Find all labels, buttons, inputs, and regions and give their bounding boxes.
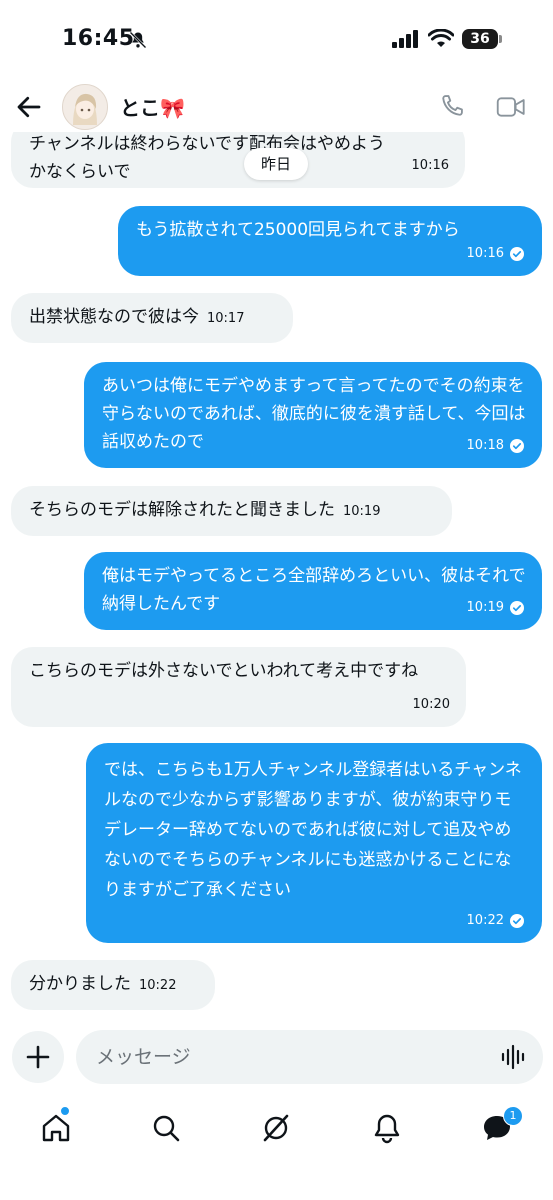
message-time: 10:20 (412, 697, 450, 712)
message-bubble-incoming[interactable]: こちらのモデは外さないでといわれて考え中ですね 10:20 (11, 647, 466, 727)
conversation-header: とこ🎀 (0, 82, 553, 132)
signal-icon (392, 30, 418, 48)
status-time: 16:45 (62, 26, 135, 51)
message-time: 10:16 (466, 246, 504, 261)
message-bubble-outgoing[interactable]: 俺はモデやってるところ全部辞めろといい、彼はそれで納得したんです 10:19 (84, 552, 542, 630)
read-check-icon (510, 914, 524, 928)
contact-name[interactable]: とこ🎀 (120, 92, 185, 121)
message-time: 10:17 (207, 311, 245, 326)
message-text: 出禁状態なので彼は今 (29, 307, 199, 327)
back-arrow-icon[interactable] (14, 92, 44, 122)
message-text: 分かりました (29, 974, 131, 994)
messages-badge: 1 (503, 1106, 523, 1126)
status-bar: 16:45 36 (0, 0, 553, 82)
message-text: あいつは俺にモデやめますって言ってたのでその約束を守らないのであれば、徹底的に彼… (102, 376, 526, 452)
message-bubble-incoming[interactable]: 分かりました 10:22 (11, 960, 215, 1010)
message-time: 10:19 (466, 600, 504, 615)
notifications-icon[interactable] (367, 1108, 407, 1148)
message-bubble-outgoing[interactable]: では、こちらも1万人チャンネル登録者はいるチャンネルなので少なからず影響あります… (86, 743, 542, 943)
bell-off-icon (129, 31, 147, 49)
add-attachment-button[interactable] (12, 1031, 64, 1083)
message-input[interactable] (76, 1030, 543, 1084)
voice-icon[interactable] (500, 1044, 528, 1070)
battery-tip (499, 35, 502, 43)
home-icon[interactable] (36, 1108, 76, 1148)
video-icon[interactable] (496, 94, 526, 120)
phone-icon[interactable] (438, 92, 466, 120)
search-icon[interactable] (146, 1108, 186, 1148)
message-text: チャンネルは終わらないです配布会はやめようかなくらいで (29, 134, 385, 182)
read-check-icon (510, 247, 524, 261)
plus-icon (26, 1045, 50, 1069)
message-text: こちらのモデは外さないでといわれて考え中ですね (29, 661, 419, 681)
date-separator: 昨日 (244, 148, 308, 180)
message-time: 10:22 (139, 978, 177, 993)
avatar[interactable] (62, 84, 108, 130)
battery-level: 36 (462, 29, 498, 49)
wifi-icon (428, 29, 454, 47)
message-time: 10:16 (411, 158, 449, 173)
message-meta: 10:22 (467, 907, 524, 935)
read-check-icon (510, 601, 524, 615)
message-meta: 10:18 (467, 432, 524, 460)
read-check-icon (510, 439, 524, 453)
home-notification-dot (60, 1106, 70, 1116)
home-indicator (0, 1186, 553, 1200)
message-bubble-incoming[interactable]: 出禁状態なので彼は今 10:17 (11, 293, 293, 343)
message-time: 10:19 (343, 504, 381, 519)
message-bubble-incoming[interactable]: チャンネルは終わらないです配布会はやめようかなくらいで 10:16 (11, 132, 465, 188)
message-composer (0, 1030, 553, 1086)
message-text: 俺はモデやってるところ全部辞めろといい、彼はそれで納得したんです (102, 566, 526, 614)
message-time: 10:22 (466, 913, 504, 928)
message-list: チャンネルは終わらないです配布会はやめようかなくらいで 10:16 昨日 もう拡… (0, 132, 553, 1022)
message-bubble-outgoing[interactable]: あいつは俺にモデやめますって言ってたのでその約束を守らないのであれば、徹底的に彼… (84, 362, 542, 468)
message-meta: 10:19 (467, 594, 524, 622)
message-meta: 10:16 (467, 240, 524, 268)
avatar-illustration (63, 85, 107, 129)
grok-icon[interactable] (256, 1108, 296, 1148)
message-bubble-outgoing[interactable]: もう拡散されて25000回見られてますから 10:16 (118, 206, 542, 276)
message-text: では、こちらも1万人チャンネル登録者はいるチャンネルなので少なからず影響あります… (104, 760, 522, 900)
message-bubble-incoming[interactable]: そちらのモデは解除されたと聞きました 10:19 (11, 486, 452, 536)
bottom-tab-bar (0, 1100, 553, 1156)
message-text: そちらのモデは解除されたと聞きました (29, 500, 335, 520)
message-time: 10:18 (466, 438, 504, 453)
